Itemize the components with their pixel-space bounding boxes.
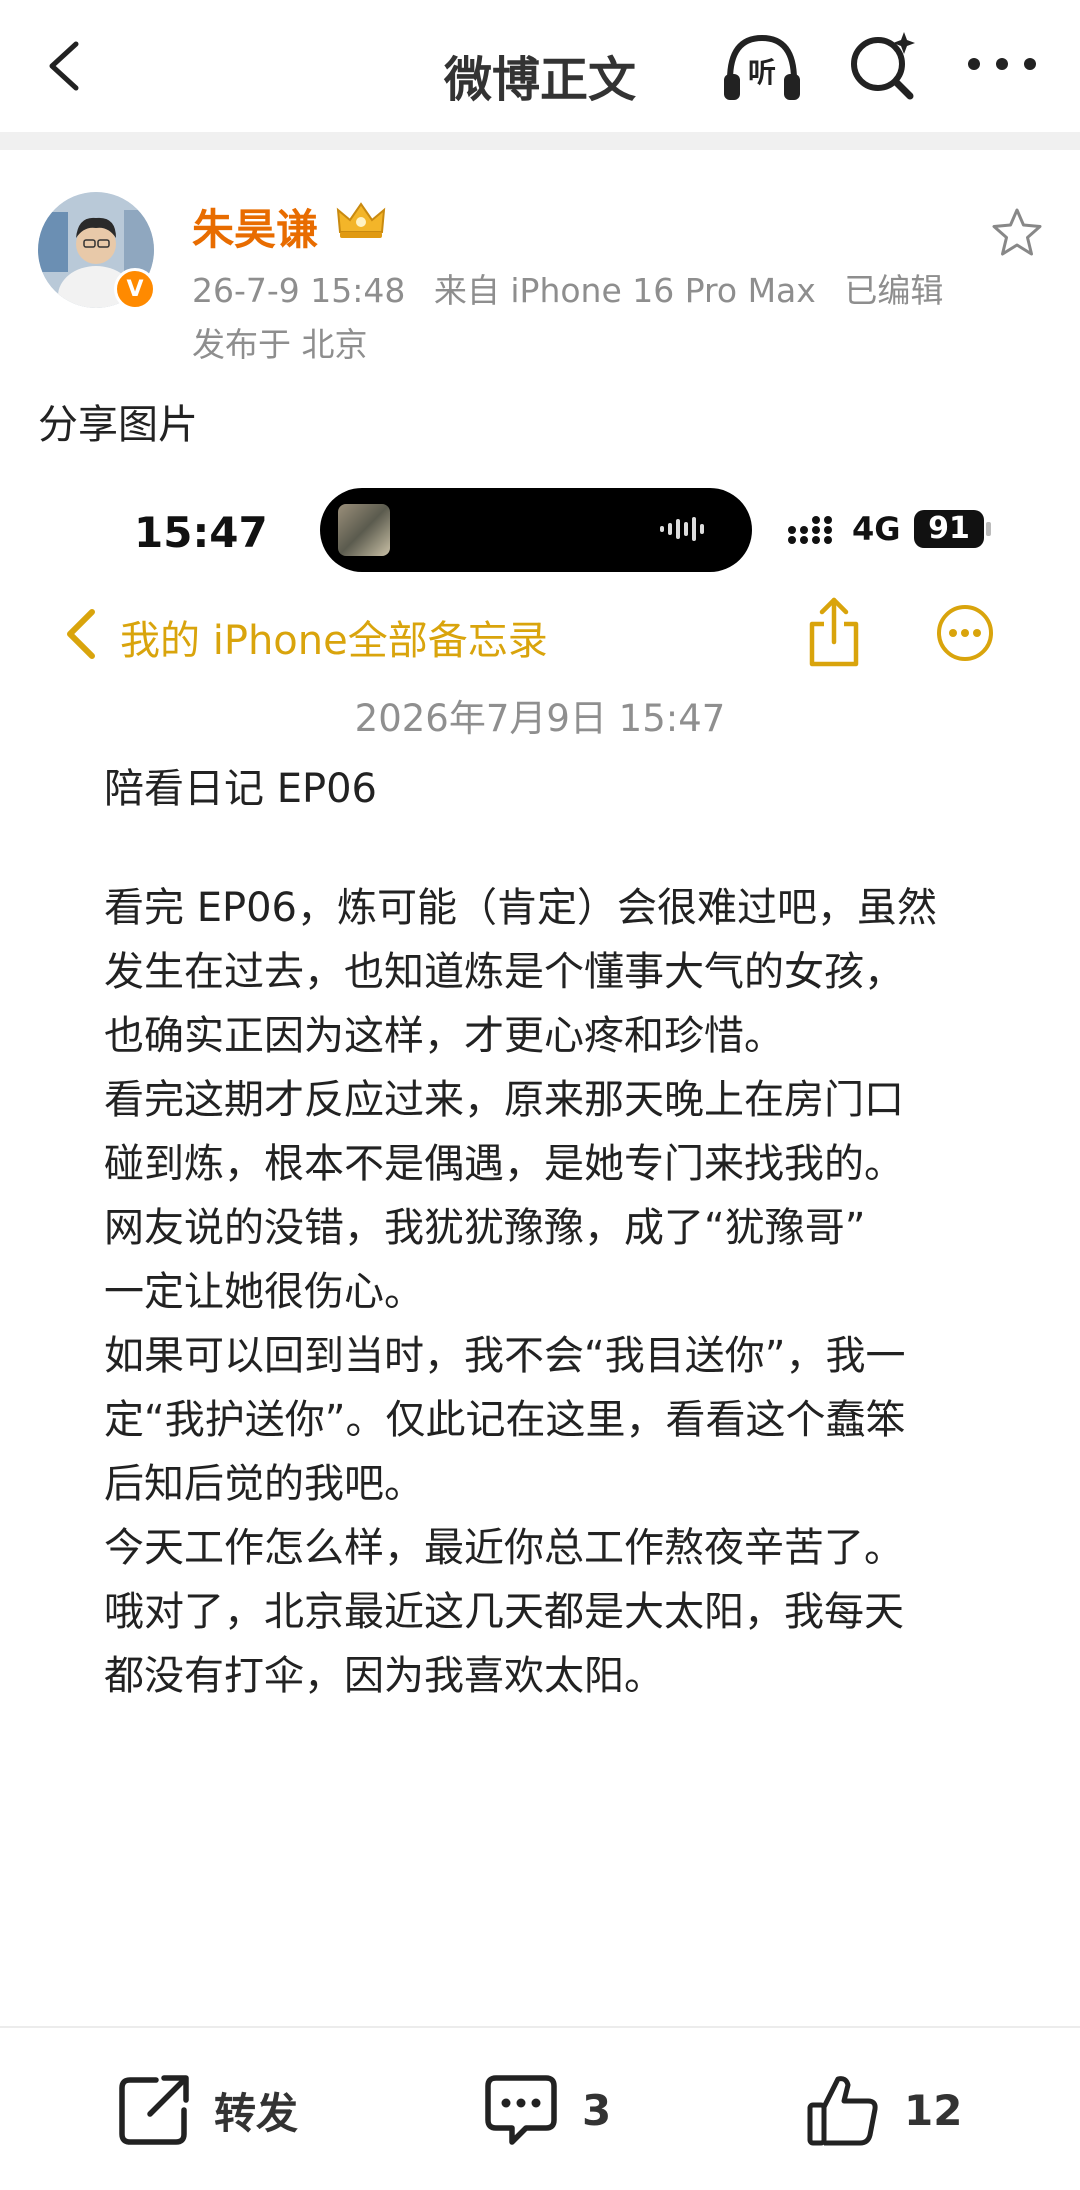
note-line: 看完 EP06，炼可能（肯定）会很难过吧，虽然: [104, 885, 938, 931]
status-time: 15:47: [134, 508, 268, 557]
comment-icon: [485, 2075, 557, 2145]
thumbs-up-icon: [807, 2076, 878, 2146]
listen-label: 听: [748, 56, 776, 89]
post-text: 分享图片: [38, 402, 198, 448]
note-date: 2026年7月9日 15:47: [354, 697, 726, 740]
note-body: 看完 EP06，炼可能（肯定）会很难过吧，虽然 发生在过去，也知道炼是个懂事大气…: [104, 876, 1004, 1708]
search-sparkle-icon[interactable]: [846, 28, 918, 102]
favorite-star-icon[interactable]: [990, 206, 1044, 258]
note-line: 今天工作怎么样，最近你总工作熬夜辛苦了。: [104, 1525, 904, 1571]
repost-icon: [119, 2075, 189, 2145]
post-location: 发布于 北京: [192, 325, 368, 364]
signal-dots-icon: [788, 516, 832, 544]
section-divider: [0, 132, 1080, 150]
notes-more-icon: [937, 605, 993, 661]
top-nav-bar: 微博正文 听: [0, 0, 1080, 132]
avatar[interactable]: V: [38, 192, 156, 310]
comment-count: 3: [582, 2085, 612, 2135]
author-name[interactable]: 朱昊谦: [192, 196, 318, 257]
note-line: 网友说的没错，我犹犹豫豫，成了“犹豫哥”: [104, 1205, 866, 1251]
battery-cap-icon: [986, 522, 991, 536]
album-art-icon: [338, 504, 390, 556]
notes-back-chevron-icon: [67, 609, 95, 659]
network-label: 4G: [852, 510, 901, 548]
note-line: 看完这期才反应过来，原来那天晚上在房门口: [104, 1077, 904, 1123]
note-line: 也确实正因为这样，才更心疼和珍惜。: [104, 1013, 784, 1059]
like-count: 12: [904, 2085, 963, 2135]
note-line: 一定让她很伤心。: [104, 1269, 424, 1315]
edited-label[interactable]: 已编辑: [844, 271, 943, 310]
dynamic-island: [320, 488, 752, 572]
audio-wave-icon: [660, 517, 704, 541]
crown-icon: [336, 202, 386, 238]
action-bar-divider: [0, 2026, 1080, 2028]
note-line: 都没有打伞，因为我喜欢太阳。: [104, 1653, 664, 1699]
page-title: 微博正文: [443, 52, 636, 108]
repost-button[interactable]: 转发: [116, 2070, 298, 2150]
note-line: 后知后觉的我吧。: [104, 1461, 424, 1507]
like-button[interactable]: 12: [804, 2070, 962, 2150]
more-dots-icon[interactable]: [962, 42, 1042, 86]
note-line: 碰到炼，根本不是偶遇，是她专门来找我的。: [104, 1141, 904, 1187]
notes-folder-link: 我的 iPhone全部备忘录: [120, 618, 548, 664]
comment-button[interactable]: 3: [482, 2070, 611, 2150]
note-line: 发生在过去，也知道炼是个懂事大气的女孩，: [104, 949, 904, 995]
share-icon: [809, 597, 859, 667]
note-line: 定“我护送你”。仅此记在这里，看看这个蠢笨: [104, 1397, 906, 1443]
verified-badge-icon: V: [114, 268, 156, 310]
note-title: 陪看日记 EP06: [104, 766, 378, 812]
note-line: 哦对了，北京最近这几天都是大太阳，我每天: [104, 1589, 904, 1635]
post-source: 来自 iPhone 16 Pro Max: [433, 271, 816, 310]
battery-level: 91: [914, 510, 984, 548]
note-line: 如果可以回到当时，我不会“我目送你”，我一: [104, 1333, 906, 1379]
repost-label: 转发: [214, 2088, 299, 2138]
post-timestamp: 26-7-9 15:48: [192, 271, 406, 310]
listen-headphone-icon[interactable]: 听: [720, 30, 804, 104]
post-meta: 26-7-9 15:48 来自 iPhone 16 Pro Max 已编辑: [192, 264, 961, 312]
